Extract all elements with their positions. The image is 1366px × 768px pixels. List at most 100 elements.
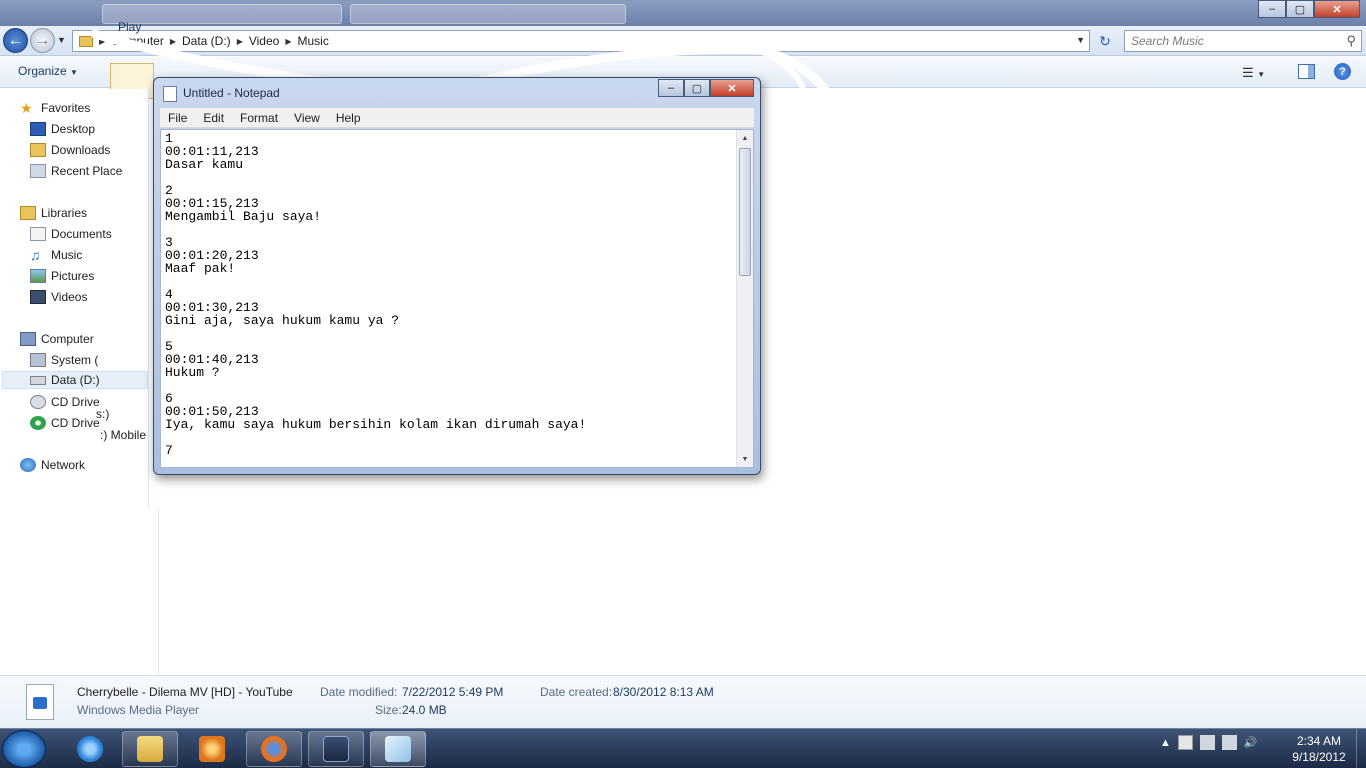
- action-center-icon[interactable]: [1177, 735, 1193, 750]
- pictures-icon: [30, 269, 46, 283]
- computer-icon: [20, 332, 36, 346]
- network-icon: [20, 458, 36, 472]
- chevron-right-icon[interactable]: ▶: [99, 37, 105, 46]
- network-tray-icon[interactable]: [1221, 735, 1237, 750]
- menu-edit[interactable]: Edit: [195, 111, 232, 125]
- breadcrumb[interactable]: ▶ Computer ▶ Data (D:) ▶ Video ▶ Music ▼: [72, 30, 1090, 52]
- show-desktop-button[interactable]: [1356, 729, 1366, 768]
- notepad-close-button[interactable]: ✕: [710, 79, 754, 97]
- nav-desktop[interactable]: Desktop: [30, 120, 95, 138]
- scroll-up-icon[interactable]: ▲: [737, 130, 753, 146]
- nav-label: CD Drive: [51, 395, 100, 409]
- nav-computer[interactable]: Computer: [20, 330, 94, 348]
- chevron-right-icon[interactable]: ▶: [170, 37, 176, 46]
- nav-network[interactable]: Network: [20, 456, 85, 474]
- cd-autoplay-icon: [30, 416, 46, 430]
- explorer-folder-icon[interactable]: [122, 731, 178, 767]
- chevron-right-icon[interactable]: ▶: [285, 37, 291, 46]
- search-placeholder: Search Music: [1131, 34, 1204, 48]
- nav-favorites[interactable]: ★ Favorites: [20, 99, 90, 117]
- chevron-down-icon[interactable]: ▼: [1076, 35, 1085, 45]
- media-player-icon[interactable]: [184, 731, 240, 767]
- nav-label: Downloads: [51, 143, 111, 157]
- scrollbar-thumb[interactable]: [739, 148, 751, 276]
- nav-label: CD Drive: [51, 416, 100, 430]
- nav-videos[interactable]: Videos: [30, 288, 87, 306]
- notepad-text-area[interactable]: 1 00:01:11,213 Dasar kamu 2 00:01:15,213…: [160, 129, 754, 468]
- nav-pictures[interactable]: Pictures: [30, 267, 94, 285]
- notepad-content[interactable]: 1 00:01:11,213 Dasar kamu 2 00:01:15,213…: [165, 132, 731, 466]
- preview-pane-button[interactable]: [1298, 64, 1315, 79]
- star-icon: ★: [20, 100, 33, 116]
- downloads-folder-icon: [30, 143, 46, 157]
- change-view-button[interactable]: ☰ ▼: [1242, 65, 1265, 81]
- notepad-window[interactable]: Untitled - Notepad – ▢ ✕ File Edit Forma…: [153, 77, 761, 475]
- nav-documents[interactable]: Documents: [30, 225, 112, 243]
- notepad-taskbar-button[interactable]: [370, 731, 426, 767]
- kmplayer-icon[interactable]: [308, 731, 364, 767]
- clock[interactable]: 2:34 AM 9/18/2012: [1284, 733, 1354, 765]
- nav-label: Data (D:): [51, 373, 100, 387]
- pane-divider[interactable]: [148, 89, 149, 509]
- maximize-button[interactable]: ▢: [1286, 0, 1314, 18]
- close-button[interactable]: ✕: [1314, 0, 1360, 18]
- recent-pages-dropdown[interactable]: ▼: [57, 35, 66, 45]
- notepad-minimize-button[interactable]: –: [658, 79, 684, 97]
- minimize-button[interactable]: –: [1258, 0, 1286, 18]
- help-icon[interactable]: ?: [1334, 63, 1351, 80]
- music-note-icon: ♫: [30, 247, 41, 263]
- organize-label: Organize: [18, 64, 67, 78]
- search-input[interactable]: Search Music ⚲: [1124, 30, 1362, 52]
- date-modified-label: Date modified:: [320, 685, 398, 699]
- breadcrumb-item[interactable]: Music: [297, 34, 328, 48]
- size-value: 24.0 MB: [402, 703, 447, 717]
- scroll-down-icon[interactable]: ▼: [737, 451, 753, 467]
- nav-music[interactable]: ♫ Music: [30, 246, 82, 264]
- forward-button[interactable]: →: [30, 28, 55, 53]
- menu-file[interactable]: File: [160, 111, 195, 125]
- nav-downloads[interactable]: Downloads: [30, 141, 110, 159]
- date-created-value: 8/30/2012 8:13 AM: [613, 685, 714, 699]
- firefox-icon[interactable]: [246, 731, 302, 767]
- organize-button[interactable]: Organize ▼: [18, 64, 78, 78]
- show-hidden-icons-icon[interactable]: ▲: [1160, 737, 1171, 749]
- search-icon[interactable]: ⚲: [1346, 33, 1356, 49]
- nav-cd-drive-1[interactable]: CD Drive: [30, 393, 100, 411]
- notepad-icon: [163, 86, 177, 102]
- nav-recent-places[interactable]: Recent Place: [30, 162, 122, 180]
- volume-icon[interactable]: 🔊: [1244, 736, 1258, 749]
- breadcrumb-item[interactable]: Video: [249, 34, 279, 48]
- menu-view[interactable]: View: [286, 111, 328, 125]
- device-icon[interactable]: [1199, 735, 1215, 750]
- nav-label-fragment: :) Mobile: [100, 428, 147, 442]
- nav-cd-drive-2[interactable]: CD Drive: [30, 414, 100, 432]
- breadcrumb-item[interactable]: Data (D:): [182, 34, 231, 48]
- vertical-scrollbar[interactable]: ▲ ▼: [736, 130, 753, 467]
- window-controls: – ▢ ✕: [1258, 0, 1360, 18]
- file-name: Cherrybelle - Dilema MV [HD] - YouTube: [77, 685, 293, 699]
- nav-drive-data[interactable]: Data (D:): [2, 371, 148, 389]
- desktop-icon: [30, 122, 46, 136]
- internet-explorer-icon[interactable]: [62, 731, 118, 767]
- chevron-right-icon[interactable]: ▶: [237, 37, 243, 46]
- nav-drive-system[interactable]: System (: [30, 351, 98, 369]
- date-modified-value: 7/22/2012 5:49 PM: [402, 685, 504, 699]
- back-button[interactable]: ←: [3, 28, 28, 53]
- explorer-folder-icon: [137, 736, 163, 762]
- libraries-icon: [20, 206, 36, 220]
- menu-help[interactable]: Help: [328, 111, 369, 125]
- clock-date: 9/18/2012: [1292, 750, 1346, 764]
- play-button-label[interactable]: Play: [118, 20, 141, 34]
- start-button[interactable]: [2, 730, 46, 768]
- system-drive-icon: [30, 353, 46, 367]
- firefox-icon: [261, 736, 287, 762]
- notepad-maximize-button[interactable]: ▢: [684, 79, 710, 97]
- nav-libraries[interactable]: Libraries: [20, 204, 87, 222]
- breadcrumb-item[interactable]: Computer: [111, 34, 164, 48]
- refresh-button[interactable]: ↻: [1094, 31, 1116, 51]
- nav-label: Desktop: [51, 122, 96, 136]
- nav-label: Documents: [51, 227, 112, 241]
- menu-format[interactable]: Format: [232, 111, 286, 125]
- notepad-menu-bar: File Edit Format View Help: [160, 108, 754, 128]
- content-divider: [158, 509, 159, 675]
